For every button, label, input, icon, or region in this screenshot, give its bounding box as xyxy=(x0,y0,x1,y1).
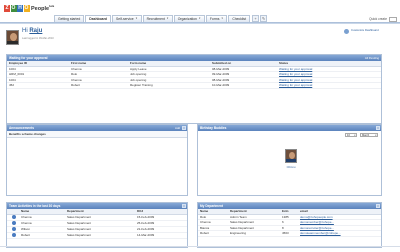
logo-tile: O xyxy=(10,4,17,12)
birthday-avatar[interactable] xyxy=(285,149,297,163)
status-cell xyxy=(7,232,19,239)
month-select[interactable]: March xyxy=(360,132,378,137)
panel-header: My Department × xyxy=(198,203,381,209)
user-icon xyxy=(12,232,16,237)
team-table: Name Department DOJ Chenna Sales Departm… xyxy=(7,209,187,239)
zoho-people-logo[interactable]: Z O H O Peoplebeta xyxy=(4,3,54,13)
team-panel: Team Activities in the last 30 days × Na… xyxy=(6,202,188,248)
birthday-person-name[interactable]: Chinnu xyxy=(282,165,300,169)
table-row[interactable]: Robert Engineering 4563 demoteammember@z… xyxy=(198,230,381,237)
user-avatar[interactable] xyxy=(6,30,19,45)
tab-checklist[interactable]: Checklist xyxy=(228,15,251,22)
main-nav: Getting started Dashboard Self-service ▼ … xyxy=(54,15,268,22)
footer-divider xyxy=(0,246,400,247)
cell: Register Training xyxy=(128,82,210,89)
cell: Robert xyxy=(198,230,228,237)
user-icon xyxy=(12,226,16,231)
tab-forms[interactable]: Forms ▼ xyxy=(205,15,228,22)
status-link[interactable]: Waiting for your approval xyxy=(277,82,381,89)
cell: 14-Mar-2009 xyxy=(135,232,187,239)
department-panel: My Department × Name Department Extn ema… xyxy=(197,202,382,248)
logo-tile: O xyxy=(23,4,30,12)
plus-icon[interactable]: + xyxy=(252,15,260,22)
add-announcement-link[interactable]: Add xyxy=(175,125,180,131)
cell: 10-Mar-2009 xyxy=(210,82,277,89)
announcement-item[interactable]: Benefits scheme changes xyxy=(7,131,187,138)
close-icon[interactable]: × xyxy=(182,204,186,208)
tab-recruitment[interactable]: Recruitment ▼ xyxy=(142,15,173,22)
department-table: Name Department Extn email Rolo Admin Te… xyxy=(198,209,381,237)
approval-table: Employee ID First name Form name Submitt… xyxy=(7,61,381,89)
logo-tile: Z xyxy=(4,4,10,12)
user-name-link[interactable]: Raju xyxy=(29,28,42,34)
panel-header: Waiting for your approval All Pending xyxy=(7,55,381,61)
panel-header: Birthday Buddies × xyxy=(198,125,381,131)
tab-self-service[interactable]: Self-service ▼ xyxy=(111,15,142,22)
email-link[interactable]: demoteammember@zohope... xyxy=(298,230,381,237)
last-login: Last logged in 09-Mar-2010 xyxy=(22,37,54,40)
tab-organization[interactable]: Organization ▼ xyxy=(173,15,205,22)
tab-dashboard[interactable]: Dashboard xyxy=(85,15,111,22)
user-icon xyxy=(12,214,16,219)
table-row[interactable]: Robert Sales Department 14-Mar-2009 xyxy=(7,232,187,239)
close-icon[interactable]: × xyxy=(376,204,380,208)
cell: 452 xyxy=(7,82,69,89)
table-row[interactable]: 452 Robert Register Training 10-Mar-2009… xyxy=(7,82,381,89)
cell: Sales Department xyxy=(65,232,135,239)
logo-tile: H xyxy=(17,4,23,12)
approval-panel: Waiting for your approval All Pending Em… xyxy=(6,54,382,124)
close-icon[interactable]: × xyxy=(376,126,380,130)
cell: Robert xyxy=(19,232,65,239)
tab-getting-started[interactable]: Getting started xyxy=(54,15,85,22)
panel-header: Team Activities in the last 30 days × xyxy=(7,203,187,209)
cell: Robert xyxy=(69,82,128,89)
customize-icon[interactable] xyxy=(344,29,349,34)
close-icon[interactable]: × xyxy=(182,126,186,130)
birthday-filters: 10 March xyxy=(198,131,381,139)
all-pending-link[interactable]: All Pending xyxy=(365,55,379,61)
greeting: Hi Raju xyxy=(22,28,43,34)
quick-create-select[interactable] xyxy=(389,16,397,22)
day-select[interactable]: 10 xyxy=(345,132,357,137)
customize-dashboard-link[interactable]: Customize Dashboard xyxy=(351,28,387,32)
cell: Engineering xyxy=(228,230,280,237)
user-icon xyxy=(12,220,16,225)
nav-divider xyxy=(0,22,400,24)
cell: 4563 xyxy=(280,230,298,237)
logo-text: Peoplebeta xyxy=(31,4,55,12)
panel-header: Announcements Add × xyxy=(7,125,187,131)
pencil-icon[interactable]: ✎ xyxy=(260,15,268,22)
announcements-panel: Announcements Add × Benefits scheme chan… xyxy=(6,124,188,196)
